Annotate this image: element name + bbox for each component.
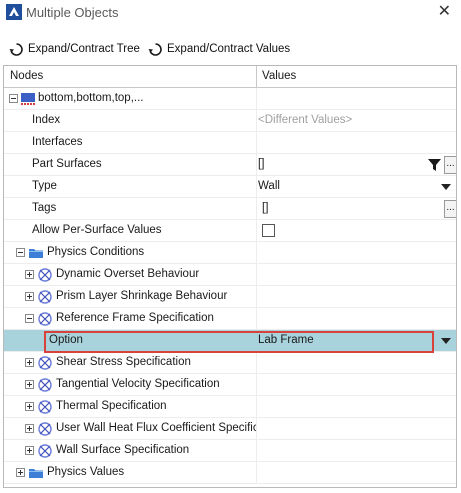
tree-row-wall-surface[interactable]: Wall Surface Specification	[4, 440, 456, 462]
toolbar: Expand/Contract Tree Expand/Contract Val…	[0, 38, 461, 60]
collapse-toggle[interactable]	[25, 314, 34, 323]
node-label: Thermal Specification	[56, 400, 167, 412]
node-label: Shear Stress Specification	[56, 356, 191, 368]
collapse-toggle[interactable]	[9, 94, 18, 103]
tree-row-reference-frame[interactable]: Reference Frame Specification	[4, 308, 456, 330]
tree-row-dynamic-overset[interactable]: Dynamic Overset Behaviour	[4, 264, 456, 286]
node-label: Type	[32, 180, 57, 192]
expand-toggle[interactable]	[25, 270, 34, 279]
tree-row-tags[interactable]: Tags [] ...	[4, 198, 456, 220]
filter-icon[interactable]	[427, 157, 442, 173]
window-title: Multiple Objects	[26, 5, 119, 20]
index-value: <Different Values>	[258, 114, 353, 126]
tree-row-prism-layer[interactable]: Prism Layer Shrinkage Behaviour	[4, 286, 456, 308]
expand-toggle[interactable]	[25, 402, 34, 411]
part-surfaces-edit-button[interactable]: ...	[444, 156, 456, 174]
tree-row-physics-conditions[interactable]: Physics Conditions	[4, 242, 456, 264]
folder-icon	[29, 249, 43, 258]
tree-row-shear-stress[interactable]: Shear Stress Specification	[4, 352, 456, 374]
tree-row-tangential-velocity[interactable]: Tangential Velocity Specification	[4, 374, 456, 396]
tree-row-interfaces[interactable]: Interfaces	[4, 132, 456, 154]
title-bar: Multiple Objects ✕	[0, 0, 461, 25]
close-button[interactable]: ✕	[438, 2, 451, 22]
node-label: Dynamic Overset Behaviour	[56, 268, 200, 280]
tags-value: []	[262, 202, 269, 214]
expand-toggle[interactable]	[16, 468, 25, 477]
condition-node-icon	[38, 400, 52, 414]
expand-contract-values-label: Expand/Contract Values	[167, 43, 291, 55]
tags-edit-button[interactable]: ...	[444, 200, 456, 218]
tree-row-type[interactable]: Type Wall	[4, 176, 456, 198]
grid-header: Nodes Values	[4, 66, 456, 88]
option-value[interactable]: Lab Frame	[258, 334, 314, 346]
expand-toggle[interactable]	[25, 424, 34, 433]
property-grid: Nodes Values bottom,bottom,top,... Index…	[3, 65, 457, 488]
expand-contract-icon	[148, 42, 162, 56]
app-logo-icon	[6, 4, 22, 20]
expand-toggle[interactable]	[25, 292, 34, 301]
tree-row-root[interactable]: bottom,bottom,top,...	[4, 88, 456, 110]
node-label: Interfaces	[32, 136, 83, 148]
node-label: Option	[49, 334, 83, 346]
column-header-nodes: Nodes	[10, 70, 44, 82]
tree-row-part-surfaces[interactable]: Part Surfaces [] ...	[4, 154, 456, 176]
expand-contract-values-button[interactable]: Expand/Contract Values	[148, 38, 290, 60]
node-label: bottom,bottom,top,...	[38, 92, 144, 104]
expand-contract-tree-button[interactable]: Expand/Contract Tree	[9, 38, 140, 60]
chevron-down-icon[interactable]	[441, 338, 451, 344]
node-label: User Wall Heat Flux Coefficient Specific	[56, 422, 256, 434]
node-label: Physics Values	[47, 466, 125, 478]
node-label: Part Surfaces	[32, 158, 102, 170]
allow-per-surface-checkbox[interactable]	[262, 224, 275, 237]
condition-node-icon	[38, 444, 52, 458]
expand-contract-icon	[9, 42, 23, 56]
node-label: Tangential Velocity Specification	[56, 378, 220, 390]
tree-row-user-wall-heat-flux[interactable]: User Wall Heat Flux Coefficient Specific	[4, 418, 456, 440]
expand-toggle[interactable]	[25, 358, 34, 367]
expand-toggle[interactable]	[25, 446, 34, 455]
node-label: Allow Per-Surface Values	[32, 224, 162, 236]
tree-row-thermal[interactable]: Thermal Specification	[4, 396, 456, 418]
tree-row-allow-per-surface[interactable]: Allow Per-Surface Values	[4, 220, 456, 242]
folder-icon	[29, 469, 43, 478]
condition-node-icon	[38, 290, 52, 304]
condition-node-icon	[38, 268, 52, 282]
tree-row-physics-values[interactable]: Physics Values	[4, 462, 456, 484]
tree-row-index[interactable]: Index <Different Values>	[4, 110, 456, 132]
condition-node-icon	[38, 422, 52, 436]
expand-contract-tree-label: Expand/Contract Tree	[28, 43, 140, 55]
expand-toggle[interactable]	[25, 380, 34, 389]
node-label: Reference Frame Specification	[56, 312, 214, 324]
type-value[interactable]: Wall	[258, 180, 280, 192]
boundary-icon	[21, 93, 35, 105]
node-label: Tags	[32, 202, 57, 214]
column-header-values: Values	[262, 70, 297, 82]
condition-node-icon	[38, 356, 52, 370]
node-label: Wall Surface Specification	[56, 444, 190, 456]
node-label: Prism Layer Shrinkage Behaviour	[56, 290, 228, 302]
tree-row-option[interactable]: Option Lab Frame	[4, 330, 456, 352]
node-label: Index	[32, 114, 61, 126]
node-label: Physics Conditions	[47, 246, 145, 258]
condition-node-icon	[38, 312, 52, 326]
chevron-down-icon[interactable]	[441, 184, 451, 190]
condition-node-icon	[38, 378, 52, 392]
part-surfaces-value: []	[258, 158, 265, 170]
collapse-toggle[interactable]	[16, 248, 25, 257]
